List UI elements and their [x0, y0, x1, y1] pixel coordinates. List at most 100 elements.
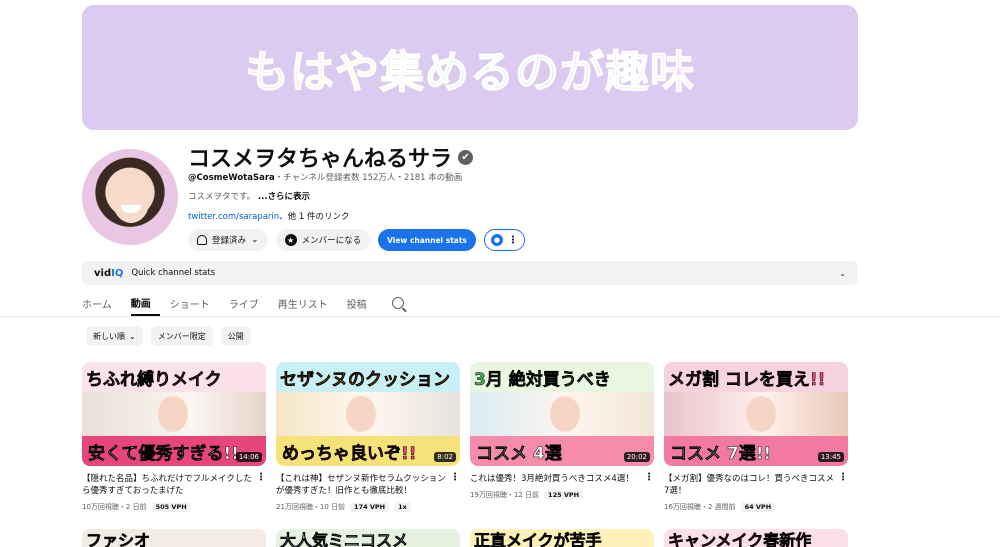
show-more-link[interactable]: ...さらに表示: [258, 192, 310, 202]
vidiq-logo: vidIQ: [94, 268, 123, 279]
tab-playlists[interactable]: 再生リスト: [278, 290, 337, 316]
search-icon[interactable]: [391, 297, 404, 309]
video-meta: 19万回視聴・12 日前 125 VPH: [470, 490, 654, 500]
join-member-button[interactable]: ★ メンバーになる: [275, 229, 371, 251]
channel-name-text: コスメヲタちゃんねるサラ: [188, 147, 453, 172]
video-thumbnail[interactable]: セザンヌのクッション めっちゃ良いぞ!! 8:02: [276, 362, 460, 466]
more-vert-icon: ⋮: [507, 234, 518, 246]
verified-icon: ✔: [458, 149, 474, 165]
video-card[interactable]: メガ割 コレを買え!! コスメ 7選!! 13:45 【メガ割】優秀なのはコレ！…: [664, 362, 848, 512]
thumb-image: [276, 392, 460, 436]
video-thumbnail[interactable]: メガ割 コレを買え!! コスメ 7選!! 13:45: [664, 362, 848, 466]
video-duration: 14:06: [235, 452, 262, 462]
thumb-image: [664, 392, 848, 436]
vph-badge: 505 VPH: [151, 502, 191, 512]
channel-handle: @CosmeWotaSara: [188, 173, 275, 183]
filter-chips: 新しい順 ⌄ メンバー限定 公開: [86, 326, 251, 346]
view-channel-stats-button[interactable]: View channel stats: [378, 229, 476, 251]
member-star-icon: ★: [284, 234, 297, 246]
video-meta: 10万回視聴・2 日前 505 VPH: [82, 502, 266, 512]
chip-members-only[interactable]: メンバー限定: [150, 326, 213, 346]
vidiq-quick-stats-bar[interactable]: vidIQ Quick channel stats ⌄: [82, 261, 858, 285]
vidiq-logo-b: IQ: [111, 267, 124, 279]
video-thumbnail-row2[interactable]: 大人気ミニコスメ: [276, 529, 460, 547]
vidiq-icon: ●: [490, 234, 503, 246]
subscribed-label: 登録済み: [212, 236, 247, 246]
channel-links: twitter.com/saraparin、他 1 件のリンク: [188, 210, 350, 222]
video-card[interactable]: ちふれ縛りメイク 安くて優秀すぎる!! 14:06 【隠れた名品】ちふれだけでフ…: [82, 362, 266, 512]
video-title[interactable]: 【隠れた名品】ちふれだけでフルメイクしたら優秀すぎておったまげた: [82, 473, 254, 497]
video-meta: 21万回視聴・10 日前 174 VPH 1x: [276, 502, 460, 512]
video-views: 16万回視聴・2 週間前: [664, 503, 736, 511]
more-vert-icon[interactable]: ⋮: [450, 472, 460, 483]
channel-banner: もはや集めるのが趣味: [82, 5, 858, 130]
chip-newest[interactable]: 新しい順 ⌄: [86, 326, 143, 346]
member-label: メンバーになる: [301, 236, 362, 246]
chevron-down-icon[interactable]: ⌄: [839, 269, 846, 278]
video-card[interactable]: 3月 絶対買うべき コスメ 4選 20:02 これは優秀！3月絶対買うべきコスメ…: [470, 362, 654, 500]
video-thumbnail-row2[interactable]: ファシオ: [82, 529, 266, 547]
subscribed-button[interactable]: 登録済み ⌄: [188, 229, 268, 251]
video-duration: 20:02: [623, 452, 650, 462]
video-views: 10万回視聴・2 日前: [82, 503, 147, 511]
banner-text: もはや集めるのが趣味: [244, 36, 695, 100]
thumb-top-text: メガ割 コレを買え!!: [664, 362, 848, 392]
channel-meta: @CosmeWotaSara・チャンネル登録者数 152万人・2181 本の動画: [188, 171, 462, 183]
tab-videos[interactable]: 動画: [130, 290, 160, 316]
tab-posts[interactable]: 投稿: [347, 290, 376, 316]
video-thumbnail-row2[interactable]: 正直メイクが苦手: [470, 529, 654, 547]
video-views: 21万回視聴・10 日前: [276, 503, 346, 511]
channel-actions: 登録済み ⌄ ★ メンバーになる View channel stats ● ⋮: [188, 229, 525, 251]
chip-newest-label: 新しい順: [93, 331, 125, 341]
channel-name: コスメヲタちゃんねるサラ ✔: [188, 141, 474, 173]
thumb-face: [550, 396, 580, 432]
video-title[interactable]: 【これは神】セザンヌ新作セラムクッションが優秀すぎた！旧作とも徹底比較！: [276, 473, 448, 497]
thumb-image: [470, 392, 654, 436]
bell-icon: [197, 235, 207, 245]
more-vert-icon[interactable]: ⋮: [838, 472, 848, 483]
channel-stats-text: ・チャンネル登録者数 152万人・2181 本の動画: [274, 173, 463, 183]
vph-badge: 64 VPH: [740, 502, 776, 512]
video-card[interactable]: セザンヌのクッション めっちゃ良いぞ!! 8:02 【これは神】セザンヌ新作セラ…: [276, 362, 460, 512]
chevron-down-icon: ⌄: [251, 235, 259, 245]
thumb-image: [82, 392, 266, 436]
more-vert-icon[interactable]: ⋮: [256, 472, 266, 483]
other-links[interactable]: 、他 1 件のリンク: [279, 212, 349, 222]
video-title[interactable]: 【メガ割】優秀なのはコレ！買うべきコスメ7選！: [664, 473, 836, 497]
vidiq-logo-a: vid: [94, 267, 112, 279]
vidiq-label: Quick channel stats: [131, 268, 216, 278]
tabs-divider: [0, 316, 1000, 317]
video-thumbnail[interactable]: ちふれ縛りメイク 安くて優秀すぎる!! 14:06: [82, 362, 266, 466]
avatar[interactable]: [82, 149, 178, 245]
video-meta: 16万回視聴・2 週間前 64 VPH: [664, 502, 848, 512]
video-title[interactable]: これは優秀！3月絶対買うべきコスメ4選！: [470, 473, 642, 485]
thumb-face: [346, 396, 376, 432]
thumb-top-text: 3月 絶対買うべき: [470, 362, 654, 392]
thumb-bottom-text: めっちゃ良いぞ!!: [276, 436, 460, 466]
stats-label: View channel stats: [387, 235, 467, 245]
description-text: コスメヲタです。: [188, 192, 256, 202]
video-duration: 13:45: [817, 452, 844, 462]
video-views: 19万回視聴・12 日前: [470, 491, 540, 499]
tab-shorts[interactable]: ショート: [170, 290, 219, 316]
channel-description[interactable]: コスメヲタです。 ...さらに表示: [188, 190, 310, 202]
video-duration: 8:02: [434, 452, 456, 462]
channel-tabs: ホーム 動画 ショート ライブ 再生リスト 投稿: [82, 290, 404, 316]
tab-live[interactable]: ライブ: [229, 290, 268, 316]
chip-public[interactable]: 公開: [220, 326, 251, 346]
vph-badge: 174 VPH: [350, 502, 390, 512]
chevron-down-icon: ⌄: [129, 331, 136, 341]
vidiq-menu-button[interactable]: ● ⋮: [483, 229, 525, 251]
more-vert-icon[interactable]: ⋮: [644, 472, 654, 483]
multiplier-badge: 1x: [394, 502, 411, 512]
thumb-top-text: ちふれ縛りメイク: [82, 362, 266, 392]
video-thumbnail-row2[interactable]: キャンメイク春新作: [664, 529, 848, 547]
video-thumbnail[interactable]: 3月 絶対買うべき コスメ 4選 20:02: [470, 362, 654, 466]
avatar-face: [112, 175, 150, 223]
vph-badge: 125 VPH: [544, 490, 584, 500]
twitter-link[interactable]: twitter.com/saraparin: [188, 212, 279, 222]
thumb-face: [746, 396, 776, 432]
thumb-face: [158, 396, 188, 432]
thumb-top-text: セザンヌのクッション: [276, 362, 460, 392]
tab-home[interactable]: ホーム: [82, 290, 121, 316]
